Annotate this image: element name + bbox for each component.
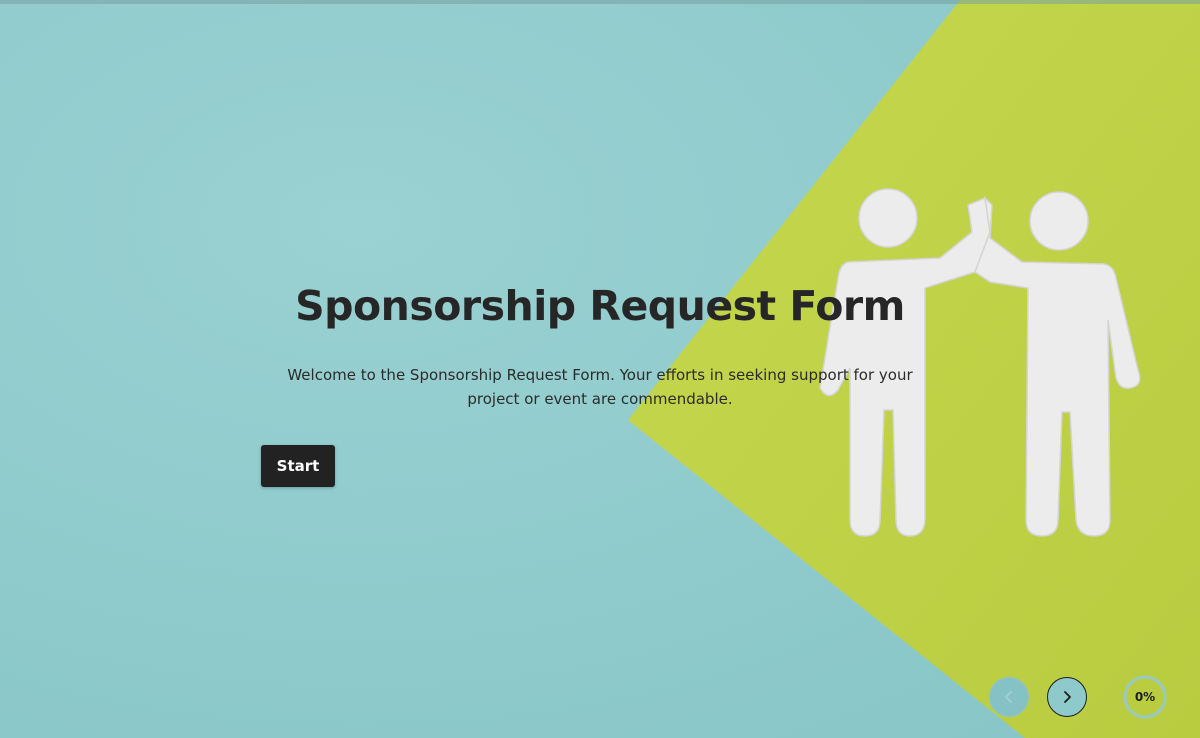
welcome-screen: Sponsorship Request Form Welcome to the … bbox=[0, 0, 1200, 738]
form-description: Welcome to the Sponsorship Request Form.… bbox=[287, 366, 913, 408]
progress-percent-label: 0% bbox=[1134, 690, 1156, 704]
progress-indicator: 0% bbox=[1122, 674, 1168, 720]
intro-content: Sponsorship Request Form Welcome to the … bbox=[261, 280, 939, 411]
chevron-right-icon bbox=[1064, 691, 1071, 703]
chevron-left-icon bbox=[1005, 691, 1012, 703]
previous-button[interactable] bbox=[989, 677, 1029, 717]
progress-bar-track bbox=[0, 0, 1200, 4]
form-title: Sponsorship Request Form bbox=[295, 282, 905, 330]
start-button[interactable]: Start bbox=[261, 445, 335, 487]
next-button[interactable] bbox=[1047, 677, 1087, 717]
